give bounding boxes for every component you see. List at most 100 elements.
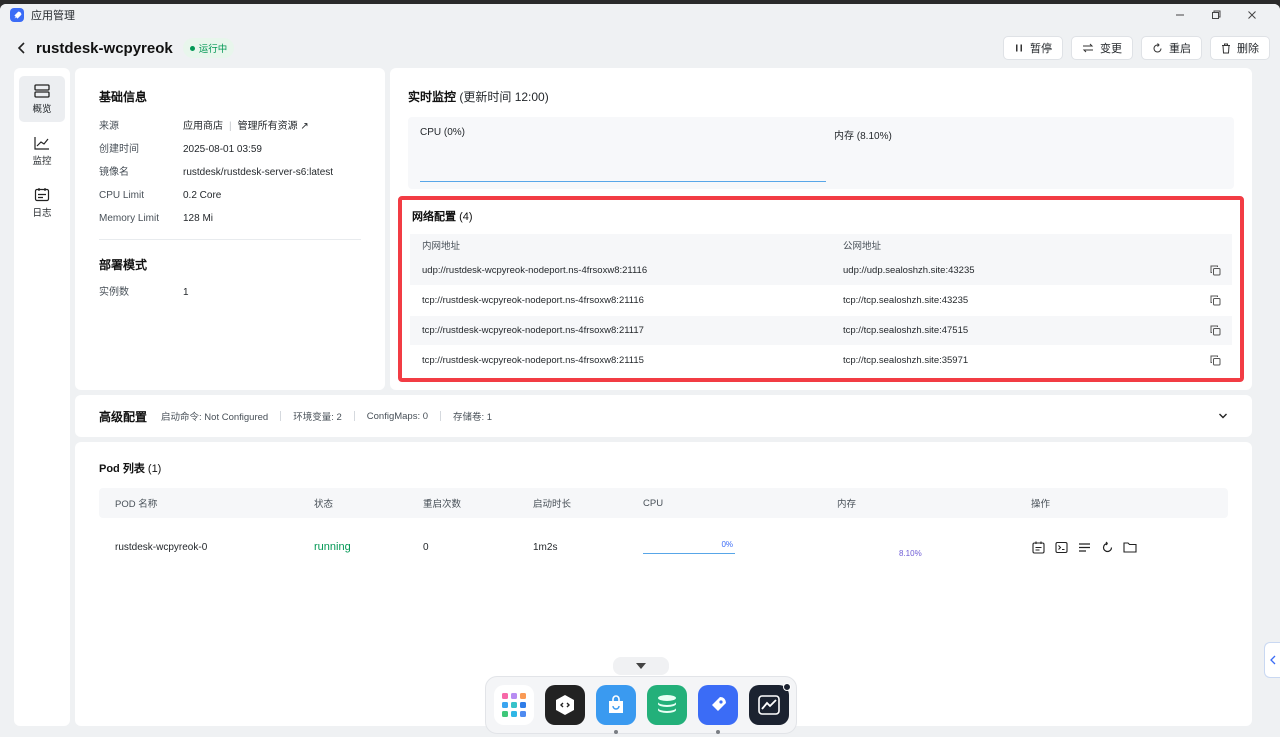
- network-config-title: 网络配置 (4): [412, 208, 1232, 224]
- restart-icon: [1153, 42, 1162, 52]
- pod-cpu-cell: 0%: [643, 540, 837, 554]
- created-label: 创建时间: [99, 144, 139, 155]
- column-header: 内网地址: [422, 241, 461, 252]
- window-controls: [1162, 4, 1270, 26]
- devbox-icon[interactable]: [544, 685, 585, 725]
- separator: |: [229, 121, 232, 132]
- memory-usage-label: 8.10%: [899, 548, 922, 558]
- cpu-limit-label: CPU Limit: [99, 190, 145, 201]
- table-row: rustdesk-wcpyreok-0 running 0 1m2s 0% 8.…: [99, 518, 1228, 576]
- window-title: 应用管理: [31, 10, 75, 22]
- column-header: 状态: [314, 499, 334, 510]
- launcher-grid-icon[interactable]: [493, 685, 534, 725]
- copy-icon[interactable]: [1208, 295, 1222, 306]
- public-address[interactable]: tcp://tcp.sealoshzh.site:43235: [843, 295, 1208, 306]
- line-chart-icon: [34, 136, 49, 150]
- side-nav: 概览 监控 日志: [14, 68, 70, 726]
- app-store-icon[interactable]: [595, 685, 636, 734]
- memory-limit-value: 128 Mi: [183, 213, 214, 224]
- page-title: rustdesk-wcpyreok: [36, 39, 173, 57]
- table-row: tcp://rustdesk-wcpyreok-nodeport.ns-4frs…: [410, 346, 1232, 376]
- copy-icon[interactable]: [1208, 325, 1222, 336]
- pod-uptime: 1m2s: [533, 541, 558, 553]
- instances-row: 实例数 1: [99, 287, 361, 299]
- internal-address: tcp://rustdesk-wcpyreok-nodeport.ns-4frs…: [422, 325, 644, 336]
- manage-resources-link[interactable]: 管理所有资源 ↗: [238, 121, 309, 133]
- pod-status: running: [314, 541, 351, 553]
- chevron-down-icon[interactable]: [1218, 409, 1228, 423]
- column-header: 启动时长: [533, 499, 572, 510]
- separator: [353, 411, 355, 421]
- startup-command: 启动命令: Not Configured: [161, 412, 269, 423]
- table-row: udp://rustdesk-wcpyreok-nodeport.ns-4frs…: [410, 256, 1232, 286]
- copy-icon[interactable]: [1208, 265, 1222, 276]
- column-header: CPU: [643, 497, 664, 509]
- restart-button-label: 重启: [1169, 43, 1191, 55]
- internal-address: tcp://rustdesk-wcpyreok-nodeport.ns-4frs…: [422, 295, 644, 306]
- nav-item-overview[interactable]: 概览: [19, 76, 65, 122]
- delete-button[interactable]: 删除: [1210, 36, 1270, 60]
- source-row: 来源 应用商店 | 管理所有资源 ↗: [99, 121, 361, 133]
- delete-button-label: 删除: [1237, 43, 1259, 55]
- pause-button[interactable]: 暂停: [1003, 36, 1063, 60]
- restart-button[interactable]: 重启: [1141, 36, 1202, 60]
- monitor-update-time: (更新时间 12:00): [459, 90, 549, 104]
- public-address[interactable]: udp://udp.sealoshzh.site:43235: [843, 265, 1208, 276]
- column-header: POD 名称: [115, 499, 158, 510]
- restart-icon[interactable]: [1100, 540, 1114, 554]
- list-icon[interactable]: [1077, 540, 1091, 554]
- change-button[interactable]: 变更: [1071, 36, 1133, 60]
- status-badge: 运行中: [182, 38, 235, 58]
- calendar-log-icon: [34, 188, 50, 202]
- pod-table-header: POD 名称 状态 重启次数 启动时长 CPU 内存 操作: [99, 488, 1228, 518]
- advanced-config-title: 高级配置: [99, 409, 148, 424]
- image-value: rustdesk/rustdesk-server-s6:latest: [183, 167, 334, 178]
- cpu-usage-label: 0%: [721, 540, 733, 549]
- cpu-sparkline-line: [643, 553, 735, 554]
- cpu-limit-row: CPU Limit 0.2 Core: [99, 190, 361, 202]
- restore-icon[interactable]: [1198, 4, 1234, 26]
- memory-chart-label: 内存 (8.10%): [834, 131, 892, 142]
- change-button-label: 变更: [1100, 43, 1122, 55]
- copy-icon[interactable]: [1208, 355, 1222, 366]
- status-dot-icon: [189, 45, 195, 51]
- created-row: 创建时间 2025-08-01 03:59: [99, 144, 361, 156]
- network-table-body: udp://rustdesk-wcpyreok-nodeport.ns-4frs…: [410, 256, 1232, 376]
- cpu-limit-value: 0.2 Core: [183, 190, 222, 201]
- network-config-section: 网络配置 (4) 内网地址 公网地址 udp://rustdesk-wcpyre…: [398, 196, 1244, 382]
- server-icon: [34, 83, 50, 98]
- back-arrow-icon[interactable]: [14, 40, 30, 56]
- column-header: 公网地址: [843, 241, 882, 252]
- monitor-chart-area: CPU (0%) 内存 (8.10%): [408, 117, 1234, 189]
- configmaps: ConfigMaps: 0: [366, 410, 429, 422]
- chevron-left-icon: [1269, 655, 1275, 665]
- running-indicator: [715, 730, 720, 734]
- folder-icon[interactable]: [1123, 540, 1137, 554]
- env-vars: 环境变量: 2: [293, 412, 342, 423]
- monitor-title: 实时监控 (更新时间 12:00): [408, 88, 1234, 105]
- pod-count: (1): [147, 463, 162, 475]
- network-count: (4): [459, 211, 473, 223]
- close-icon[interactable]: [1234, 4, 1270, 26]
- nav-item-label: 日志: [32, 208, 52, 219]
- side-panel-toggle[interactable]: [1264, 642, 1280, 678]
- nav-item-monitor[interactable]: 监控: [19, 128, 65, 174]
- network-table-header: 内网地址 公网地址: [410, 234, 1232, 256]
- advanced-config-bar[interactable]: 高级配置 启动命令: Not Configured 环境变量: 2 Config…: [75, 395, 1252, 437]
- app-launchpad-rocket-icon[interactable]: [697, 685, 738, 734]
- pause-button-label: 暂停: [1030, 43, 1052, 55]
- monitor-card: 实时监控 (更新时间 12:00) CPU (0%) 内存 (8.10%) 网络…: [390, 68, 1252, 390]
- cpu-chart-line: [420, 181, 826, 182]
- database-icon[interactable]: [646, 685, 687, 725]
- column-header: 内存: [837, 499, 857, 510]
- monitoring-icon[interactable]: [748, 683, 791, 725]
- minimize-icon[interactable]: [1162, 4, 1198, 26]
- dock-toggle[interactable]: [613, 657, 669, 675]
- divider: [99, 239, 361, 240]
- public-address[interactable]: tcp://tcp.sealoshzh.site:35971: [843, 355, 1208, 366]
- public-address[interactable]: tcp://tcp.sealoshzh.site:47515: [843, 325, 1208, 336]
- terminal-icon[interactable]: [1054, 540, 1068, 554]
- cpu-sparkline: 0%: [643, 540, 735, 554]
- nav-item-logs[interactable]: 日志: [19, 180, 65, 226]
- calendar-log-icon[interactable]: [1031, 540, 1045, 554]
